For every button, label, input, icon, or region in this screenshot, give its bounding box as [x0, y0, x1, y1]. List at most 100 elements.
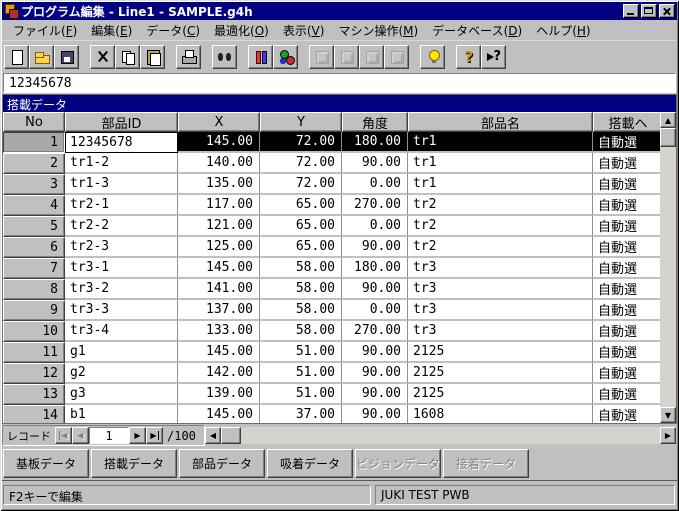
- cell-x[interactable]: 141.00: [178, 279, 260, 300]
- cell-x[interactable]: 145.00: [178, 258, 260, 279]
- cell-angle[interactable]: 90.00: [342, 342, 408, 363]
- cell-part_name[interactable]: tr1: [408, 174, 593, 195]
- cell-angle[interactable]: 90.00: [342, 279, 408, 300]
- cell-x[interactable]: 125.00: [178, 237, 260, 258]
- cell-y[interactable]: 58.00: [260, 279, 342, 300]
- cell-y[interactable]: 51.00: [260, 363, 342, 384]
- cell-x[interactable]: 140.00: [178, 153, 260, 174]
- cell-part_name[interactable]: tr3: [408, 300, 593, 321]
- machine-tools-button[interactable]: [248, 44, 273, 69]
- table-row[interactable]: 5 tr2-2 121.00 65.00 0.00 tr2 自動選: [3, 216, 662, 237]
- menu-item-database[interactable]: データベース(D): [425, 20, 529, 41]
- cell-x[interactable]: 145.00: [178, 132, 260, 153]
- cell-part_id[interactable]: tr3-3: [65, 300, 178, 321]
- cell-part_id[interactable]: b1: [65, 405, 178, 423]
- cell-part_id[interactable]: tr1-2: [65, 153, 178, 174]
- cell-part_name[interactable]: 2125: [408, 363, 593, 384]
- cell-head[interactable]: 自動選: [593, 258, 662, 279]
- cell-x[interactable]: 121.00: [178, 216, 260, 237]
- row-header[interactable]: 13: [3, 384, 65, 405]
- minimize-button[interactable]: [623, 4, 639, 18]
- table-row[interactable]: 11 g1 145.00 51.00 90.00 2125 自動選: [3, 342, 662, 363]
- table-row[interactable]: 4 tr2-1 117.00 65.00 270.00 tr2 自動選: [3, 195, 662, 216]
- menu-item-edit[interactable]: 編集(E): [84, 20, 139, 41]
- cell-angle[interactable]: 90.00: [342, 153, 408, 174]
- menu-item-file[interactable]: ファイル(F): [6, 20, 84, 41]
- table-row[interactable]: 6 tr2-3 125.00 65.00 90.00 tr2 自動選: [3, 237, 662, 258]
- vertical-scroll-thumb[interactable]: [660, 128, 676, 147]
- cell-angle[interactable]: 270.00: [342, 321, 408, 342]
- row-header[interactable]: 2: [3, 153, 65, 174]
- cell-part_id[interactable]: tr2-3: [65, 237, 178, 258]
- maximize-button[interactable]: [641, 4, 657, 18]
- column-header-y[interactable]: Y: [260, 112, 342, 132]
- column-header-no[interactable]: No: [3, 112, 65, 132]
- table-row[interactable]: 12 g2 142.00 51.00 90.00 2125 自動選: [3, 363, 662, 384]
- row-header[interactable]: 5: [3, 216, 65, 237]
- cell-angle[interactable]: 90.00: [342, 363, 408, 384]
- vertical-scrollbar[interactable]: ▲ ▼: [660, 112, 676, 423]
- close-button[interactable]: [659, 4, 675, 18]
- cell-y[interactable]: 58.00: [260, 258, 342, 279]
- cell-part_name[interactable]: 2125: [408, 342, 593, 363]
- horizontal-scroll-track[interactable]: [241, 427, 660, 444]
- menu-item-machine[interactable]: マシン操作(M): [331, 20, 425, 41]
- cell-head[interactable]: 自動選: [593, 279, 662, 300]
- scroll-left-icon[interactable]: ◀: [204, 427, 221, 444]
- scroll-down-icon[interactable]: ▼: [660, 407, 676, 423]
- menu-item-data[interactable]: データ(C): [139, 20, 207, 41]
- cell-part_id[interactable]: tr3-2: [65, 279, 178, 300]
- cell-y[interactable]: 58.00: [260, 321, 342, 342]
- horizontal-scrollbar[interactable]: ◀ ▶: [204, 427, 676, 444]
- cell-head[interactable]: 自動選: [593, 363, 662, 384]
- tab-board-data[interactable]: 基板データ: [3, 449, 89, 478]
- cell-angle[interactable]: 0.00: [342, 174, 408, 195]
- table-row[interactable]: 3 tr1-3 135.00 72.00 0.00 tr1 自動選: [3, 174, 662, 195]
- cell-part_name[interactable]: tr1: [408, 132, 593, 153]
- cell-y[interactable]: 51.00: [260, 384, 342, 405]
- row-header[interactable]: 3: [3, 174, 65, 195]
- table-row[interactable]: 9 tr3-3 137.00 58.00 0.00 tr3 自動選: [3, 300, 662, 321]
- cell-y[interactable]: 72.00: [260, 174, 342, 195]
- cell-y[interactable]: 72.00: [260, 132, 342, 153]
- cell-x[interactable]: 133.00: [178, 321, 260, 342]
- row-header[interactable]: 11: [3, 342, 65, 363]
- table-row[interactable]: 14 b1 145.00 37.00 90.00 1608 自動選: [3, 405, 662, 423]
- cell-y[interactable]: 58.00: [260, 300, 342, 321]
- copy-button[interactable]: [115, 44, 140, 69]
- cell-part_id[interactable]: g3: [65, 384, 178, 405]
- cell-y[interactable]: 65.00: [260, 216, 342, 237]
- cell-angle[interactable]: 90.00: [342, 405, 408, 423]
- cell-y[interactable]: 65.00: [260, 237, 342, 258]
- cell-part_name[interactable]: tr3: [408, 321, 593, 342]
- cell-angle[interactable]: 180.00: [342, 258, 408, 279]
- cell-head[interactable]: 自動選: [593, 342, 662, 363]
- new-file-button[interactable]: [4, 44, 29, 69]
- cell-part_id[interactable]: tr2-2: [65, 216, 178, 237]
- cell-head[interactable]: 自動選: [593, 405, 662, 423]
- menu-item-help[interactable]: ヘルプ(H): [529, 20, 597, 41]
- cell-y[interactable]: 72.00: [260, 153, 342, 174]
- table-row[interactable]: 10 tr3-4 133.00 58.00 270.00 tr3 自動選: [3, 321, 662, 342]
- cell-x[interactable]: 145.00: [178, 342, 260, 363]
- cell-angle[interactable]: 90.00: [342, 237, 408, 258]
- cell-y[interactable]: 65.00: [260, 195, 342, 216]
- cell-head[interactable]: 自動選: [593, 300, 662, 321]
- tab-pickup-data[interactable]: 吸着データ: [267, 449, 353, 478]
- cut-button[interactable]: [90, 44, 115, 69]
- vertical-scroll-track[interactable]: [660, 147, 676, 407]
- cell-x[interactable]: 139.00: [178, 384, 260, 405]
- print-button[interactable]: [176, 44, 201, 69]
- cell-angle[interactable]: 0.00: [342, 300, 408, 321]
- row-header[interactable]: 14: [3, 405, 65, 423]
- cell-part_id[interactable]: g2: [65, 363, 178, 384]
- tab-mount-data[interactable]: 搭載データ: [91, 449, 177, 478]
- table-row[interactable]: 13 g3 139.00 51.00 90.00 2125 自動選: [3, 384, 662, 405]
- table-row[interactable]: 7 tr3-1 145.00 58.00 180.00 tr3 自動選: [3, 258, 662, 279]
- help-button[interactable]: [456, 44, 481, 69]
- cell-x[interactable]: 142.00: [178, 363, 260, 384]
- column-header-head[interactable]: 搭載ヘ: [593, 112, 662, 132]
- horizontal-scroll-thumb[interactable]: [220, 427, 241, 444]
- cell-part_id[interactable]: tr3-1: [65, 258, 178, 279]
- cell-head[interactable]: 自動選: [593, 132, 662, 153]
